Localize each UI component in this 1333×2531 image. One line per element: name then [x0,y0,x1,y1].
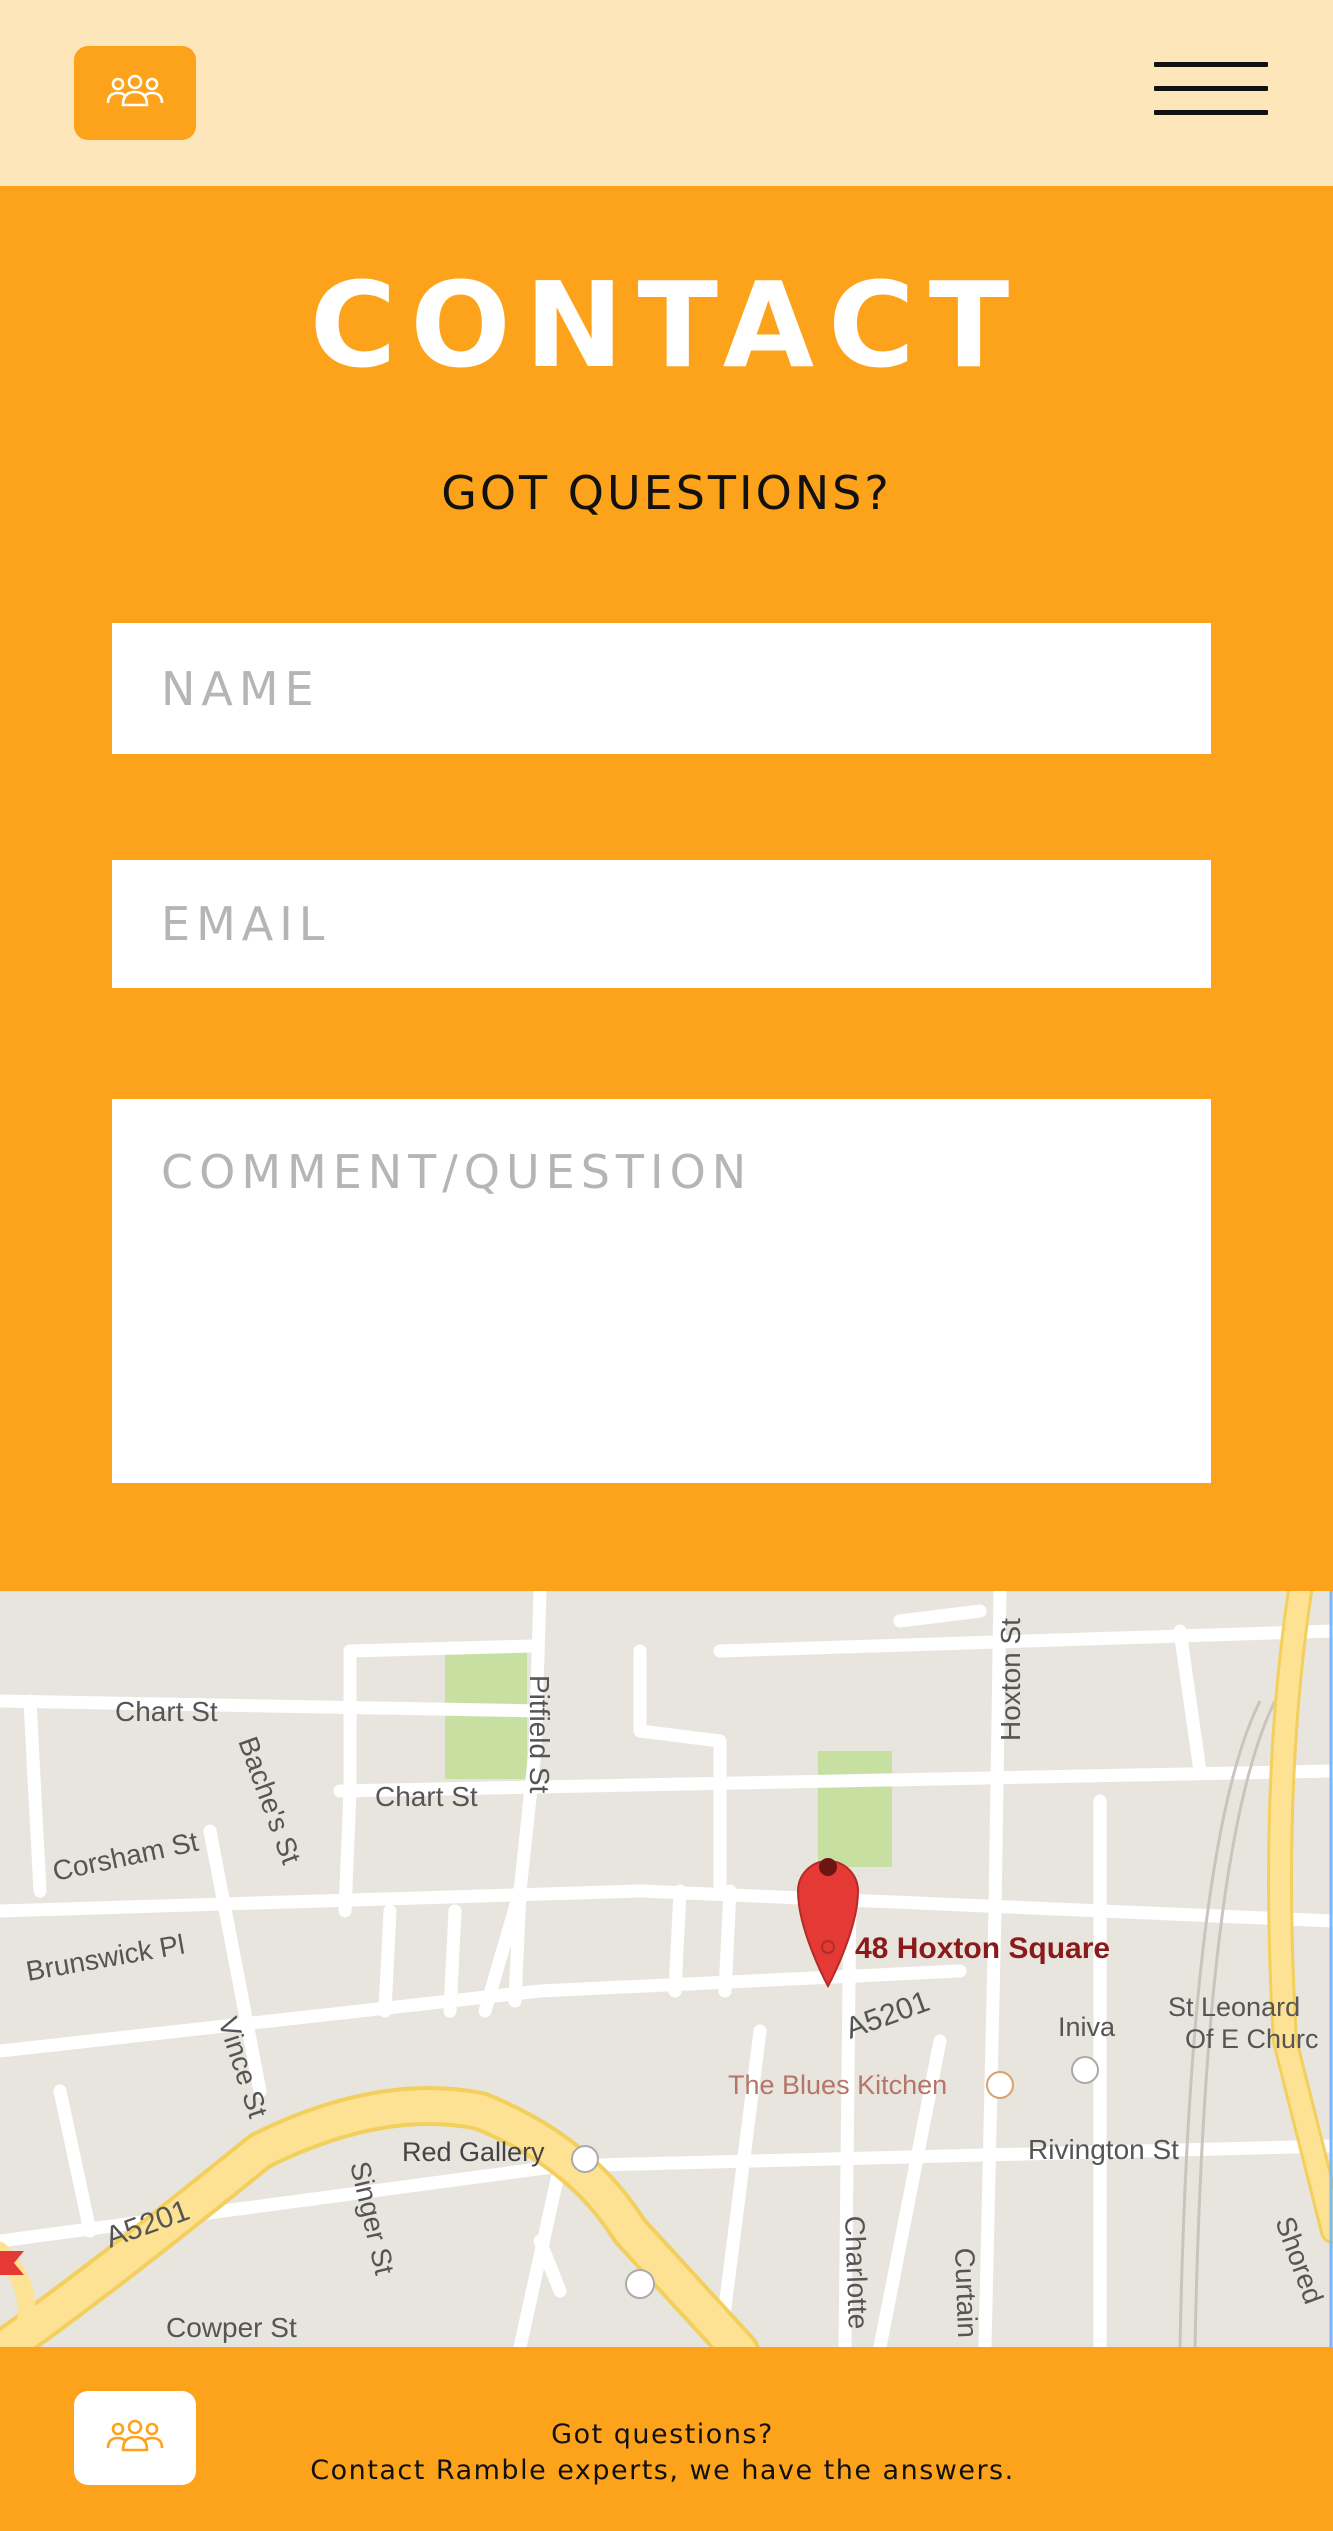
gallery-icon [571,2145,599,2173]
comment-textarea[interactable] [112,1099,1211,1483]
email-input[interactable] [112,860,1211,988]
street-label: Pitfield St [524,1675,555,1793]
restaurant-icon [986,2071,1014,2099]
menu-bar-middle [1154,86,1268,91]
footer-line-2: Contact Ramble experts, we have the answ… [310,2455,1015,2486]
location-map[interactable]: Chart St Chart St Pitfield St Hoxton St … [0,1591,1333,2347]
footer-text: Got questions? Contact Ramble experts, w… [280,2417,1045,2489]
menu-bar-bottom [1154,110,1268,115]
street-label: Curtain [949,2247,983,2338]
people-group-icon [106,2419,164,2452]
street-label: Chart St [115,1696,218,1727]
street-label: Charlotte [839,2215,874,2330]
street-label: Cowper St [166,2312,297,2343]
home-logo[interactable] [74,46,196,140]
menu-bar-top [1154,62,1268,67]
place-label: St Leonard [1168,1992,1300,2022]
street-label: Rivington St [1028,2134,1179,2165]
map-canvas[interactable]: Chart St Chart St Pitfield St Hoxton St … [0,1591,1333,2347]
contact-section: CONTACT GOT QUESTIONS? [0,186,1333,1591]
place-label: Red Gallery [402,2137,545,2167]
name-input[interactable] [112,623,1211,754]
site-header [0,0,1333,186]
marker-label: 48 Hoxton Square [855,1932,1110,1965]
hamburger-menu-button[interactable] [1154,62,1268,118]
place-label: Of E Churc [1185,2024,1319,2054]
street-label: Chart St [375,1781,478,1812]
site-footer: Got questions? Contact Ramble experts, w… [0,2347,1333,2531]
place-label: The Blues Kitchen [728,2070,947,2100]
footer-logo[interactable] [74,2391,196,2485]
transit-icon [625,2269,655,2299]
people-group-icon [106,74,164,107]
page-title: CONTACT [309,256,1024,394]
place-label: Iniva [1058,2012,1116,2042]
page-subtitle: GOT QUESTIONS? [441,466,892,520]
street-label: Hoxton St [995,1618,1026,1741]
school-icon [1071,2056,1099,2084]
footer-line-1: Got questions? [551,2419,774,2450]
park [818,1751,892,1867]
